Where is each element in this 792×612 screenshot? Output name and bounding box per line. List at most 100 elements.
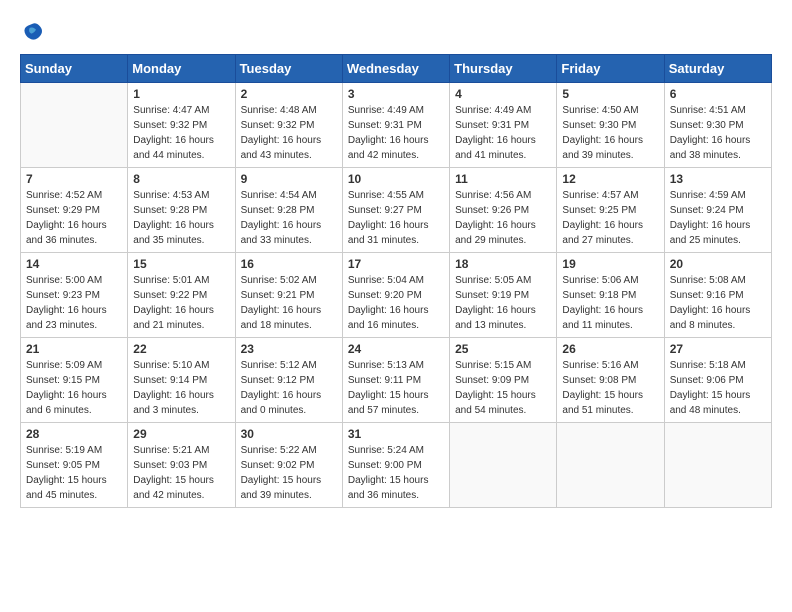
calendar-header-row: SundayMondayTuesdayWednesdayThursdayFrid… (21, 55, 772, 83)
calendar-header-friday: Friday (557, 55, 664, 83)
day-number: 2 (241, 87, 337, 101)
day-info: Sunrise: 4:57 AM Sunset: 9:25 PM Dayligh… (562, 188, 658, 248)
calendar-cell: 24Sunrise: 5:13 AM Sunset: 9:11 PM Dayli… (342, 338, 449, 423)
day-number: 12 (562, 172, 658, 186)
day-info: Sunrise: 5:02 AM Sunset: 9:21 PM Dayligh… (241, 273, 337, 333)
day-number: 11 (455, 172, 551, 186)
day-info: Sunrise: 4:56 AM Sunset: 9:26 PM Dayligh… (455, 188, 551, 248)
calendar-cell: 31 Sunrise: 5:24 AM Sunset: 9:00 PM Dayli… (342, 423, 449, 508)
day-number: 31 (348, 427, 444, 441)
calendar-cell: 10 Sunrise: 4:55 AM Sunset: 9:27 PM Dayli… (342, 168, 449, 253)
day-info: Sunrise: 4:52 AM Sunset: 9:29 PM Dayligh… (26, 188, 122, 248)
calendar-week-4: 21 Sunrise: 5:09 AM Sunset: 9:15 PM Dayli… (21, 338, 772, 423)
calendar-cell: 23Sunrise: 5:12 AM Sunset: 9:12 PM Dayli… (235, 338, 342, 423)
day-info: Sunrise: 5:12 AM Sunset: 9:12 PM Dayligh… (241, 358, 337, 418)
calendar-header-sunday: Sunday (21, 55, 128, 83)
calendar-cell (450, 423, 557, 508)
day-number: 5 (562, 87, 658, 101)
calendar-cell (557, 423, 664, 508)
day-number: 7 (26, 172, 122, 186)
day-info: Sunrise: 4:53 AM Sunset: 9:28 PM Dayligh… (133, 188, 229, 248)
day-info: Sunrise: 4:54 AM Sunset: 9:28 PM Dayligh… (241, 188, 337, 248)
calendar-cell: 30 Sunrise: 5:22 AM Sunset: 9:02 PM Dayli… (235, 423, 342, 508)
day-info: Sunrise: 5:10 AM Sunset: 9:14 PM Dayligh… (133, 358, 229, 418)
day-number: 26 (562, 342, 658, 356)
calendar-cell: 12 Sunrise: 4:57 AM Sunset: 9:25 PM Dayli… (557, 168, 664, 253)
calendar-cell: 14 Sunrise: 5:00 AM Sunset: 9:23 PM Dayli… (21, 253, 128, 338)
day-number: 19 (562, 257, 658, 271)
day-number: 30 (241, 427, 337, 441)
day-number: 13 (670, 172, 766, 186)
day-info: Sunrise: 5:19 AM Sunset: 9:05 PM Dayligh… (26, 443, 122, 503)
day-info: Sunrise: 4:50 AM Sunset: 9:30 PM Dayligh… (562, 103, 658, 163)
day-info: Sunrise: 5:00 AM Sunset: 9:23 PM Dayligh… (26, 273, 122, 333)
calendar-cell: 18Sunrise: 5:05 AM Sunset: 9:19 PM Dayli… (450, 253, 557, 338)
day-info: Sunrise: 4:59 AM Sunset: 9:24 PM Dayligh… (670, 188, 766, 248)
day-number: 10 (348, 172, 444, 186)
calendar-week-1: 1 Sunrise: 4:47 AM Sunset: 9:32 PM Daylig… (21, 83, 772, 168)
day-info: Sunrise: 4:49 AM Sunset: 9:31 PM Dayligh… (348, 103, 444, 163)
calendar-cell: 19Sunrise: 5:06 AM Sunset: 9:18 PM Dayli… (557, 253, 664, 338)
calendar-cell (664, 423, 771, 508)
calendar-cell: 2 Sunrise: 4:48 AM Sunset: 9:32 PM Daylig… (235, 83, 342, 168)
day-info: Sunrise: 5:09 AM Sunset: 9:15 PM Dayligh… (26, 358, 122, 418)
calendar-week-5: 28 Sunrise: 5:19 AM Sunset: 9:05 PM Dayli… (21, 423, 772, 508)
calendar-header-wednesday: Wednesday (342, 55, 449, 83)
calendar-cell: 26Sunrise: 5:16 AM Sunset: 9:08 PM Dayli… (557, 338, 664, 423)
day-number: 8 (133, 172, 229, 186)
day-info: Sunrise: 5:22 AM Sunset: 9:02 PM Dayligh… (241, 443, 337, 503)
calendar-cell: 17 Sunrise: 5:04 AM Sunset: 9:20 PM Dayli… (342, 253, 449, 338)
day-number: 15 (133, 257, 229, 271)
day-info: Sunrise: 4:47 AM Sunset: 9:32 PM Dayligh… (133, 103, 229, 163)
day-number: 21 (26, 342, 122, 356)
logo-icon (20, 20, 44, 44)
header (20, 20, 772, 44)
day-number: 22 (133, 342, 229, 356)
day-info: Sunrise: 5:01 AM Sunset: 9:22 PM Dayligh… (133, 273, 229, 333)
calendar-cell: 6 Sunrise: 4:51 AM Sunset: 9:30 PM Daylig… (664, 83, 771, 168)
day-info: Sunrise: 5:24 AM Sunset: 9:00 PM Dayligh… (348, 443, 444, 503)
calendar-cell: 27Sunrise: 5:18 AM Sunset: 9:06 PM Dayli… (664, 338, 771, 423)
day-number: 25 (455, 342, 551, 356)
day-number: 28 (26, 427, 122, 441)
day-number: 17 (348, 257, 444, 271)
calendar-cell: 15 Sunrise: 5:01 AM Sunset: 9:22 PM Dayli… (128, 253, 235, 338)
day-number: 4 (455, 87, 551, 101)
day-number: 1 (133, 87, 229, 101)
day-info: Sunrise: 5:08 AM Sunset: 9:16 PM Dayligh… (670, 273, 766, 333)
day-number: 6 (670, 87, 766, 101)
calendar-cell: 25 Sunrise: 5:15 AM Sunset: 9:09 PM Dayli… (450, 338, 557, 423)
calendar-cell: 21 Sunrise: 5:09 AM Sunset: 9:15 PM Dayli… (21, 338, 128, 423)
day-number: 3 (348, 87, 444, 101)
calendar-cell: 3 Sunrise: 4:49 AM Sunset: 9:31 PM Daylig… (342, 83, 449, 168)
calendar-cell: 9 Sunrise: 4:54 AM Sunset: 9:28 PM Daylig… (235, 168, 342, 253)
day-number: 9 (241, 172, 337, 186)
calendar-cell: 20 Sunrise: 5:08 AM Sunset: 9:16 PM Dayli… (664, 253, 771, 338)
calendar-cell: 29Sunrise: 5:21 AM Sunset: 9:03 PM Dayli… (128, 423, 235, 508)
calendar-cell: 7 Sunrise: 4:52 AM Sunset: 9:29 PM Daylig… (21, 168, 128, 253)
calendar-header-tuesday: Tuesday (235, 55, 342, 83)
day-info: Sunrise: 4:51 AM Sunset: 9:30 PM Dayligh… (670, 103, 766, 163)
calendar-cell: 22 Sunrise: 5:10 AM Sunset: 9:14 PM Dayli… (128, 338, 235, 423)
day-number: 14 (26, 257, 122, 271)
calendar-cell: 28 Sunrise: 5:19 AM Sunset: 9:05 PM Dayli… (21, 423, 128, 508)
calendar-cell: 1 Sunrise: 4:47 AM Sunset: 9:32 PM Daylig… (128, 83, 235, 168)
calendar-cell: 13 Sunrise: 4:59 AM Sunset: 9:24 PM Dayli… (664, 168, 771, 253)
day-info: Sunrise: 4:55 AM Sunset: 9:27 PM Dayligh… (348, 188, 444, 248)
day-number: 18 (455, 257, 551, 271)
calendar-cell: 11 Sunrise: 4:56 AM Sunset: 9:26 PM Dayli… (450, 168, 557, 253)
calendar-cell (21, 83, 128, 168)
day-info: Sunrise: 4:48 AM Sunset: 9:32 PM Dayligh… (241, 103, 337, 163)
day-number: 20 (670, 257, 766, 271)
calendar-header-monday: Monday (128, 55, 235, 83)
calendar-cell: 5 Sunrise: 4:50 AM Sunset: 9:30 PM Daylig… (557, 83, 664, 168)
day-info: Sunrise: 5:18 AM Sunset: 9:06 PM Dayligh… (670, 358, 766, 418)
calendar-cell: 4 Sunrise: 4:49 AM Sunset: 9:31 PM Daylig… (450, 83, 557, 168)
day-info: Sunrise: 5:15 AM Sunset: 9:09 PM Dayligh… (455, 358, 551, 418)
day-number: 24 (348, 342, 444, 356)
calendar-header-thursday: Thursday (450, 55, 557, 83)
day-info: Sunrise: 5:04 AM Sunset: 9:20 PM Dayligh… (348, 273, 444, 333)
calendar-week-3: 14 Sunrise: 5:00 AM Sunset: 9:23 PM Dayli… (21, 253, 772, 338)
calendar-table: SundayMondayTuesdayWednesdayThursdayFrid… (20, 54, 772, 508)
day-info: Sunrise: 4:49 AM Sunset: 9:31 PM Dayligh… (455, 103, 551, 163)
